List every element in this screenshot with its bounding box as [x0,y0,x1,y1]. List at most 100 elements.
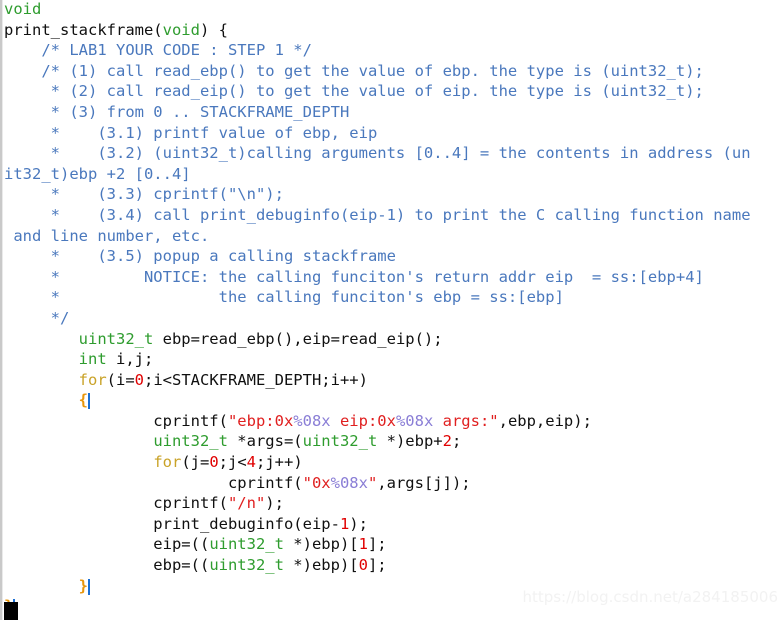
code-token: * the calling funciton's ebp = ss:[ebp] [4,288,564,307]
code-token: *)ebp+ [377,432,443,451]
code-line[interactable]: * (3.1) printf value of ebp, eip [4,123,784,144]
code-line[interactable]: and line number, etc. [4,226,784,247]
code-token: * (3.5) popup a calling stackframe [4,247,396,266]
code-line[interactable]: void [4,0,784,20]
code-token: it32_t)ebp +2 [0..4] [4,164,191,183]
code-token: * (3.3) cprintf("\n"); [4,185,284,204]
code-token: *)ebp)[ [283,556,359,575]
code-token: void [162,20,200,39]
code-line[interactable]: cprintf("0x%08x",args[j]); [4,473,784,494]
code-token: "ebp:0x [227,411,294,430]
code-token: 1 [339,514,350,533]
code-token: void [4,0,42,18]
code-token: uint32_t [209,535,284,554]
code-token: * (2) call read_eip() to get the value o… [4,82,704,101]
code-token: cprintf( [4,473,303,492]
code-token: * (3.1) printf value of ebp, eip [4,123,378,142]
code-token: print_debuginfo(eip- [4,514,340,533]
code-line[interactable]: for(i=0;i<STACKFRAME_DEPTH;i++) [4,370,784,391]
code-token: "0x [302,473,331,492]
code-token: ]; [367,556,387,575]
code-token: uint32_t [153,432,228,451]
code-token: %08x [330,473,368,492]
code-token: /* LAB1 YOUR CODE : STEP 1 */ [4,41,312,60]
code-token: (j= [181,453,210,472]
code-line[interactable]: * NOTICE: the calling funciton's return … [4,267,784,288]
code-line[interactable]: uint32_t *args=(uint32_t *)ebp+2; [4,431,784,452]
code-token: /* (1) call read_ebp() to get the value … [4,61,704,80]
code-token: *args=( [227,432,303,451]
code-line[interactable]: ebp=((uint32_t *)ebp)[0]; [4,555,784,576]
code-token: int [78,350,107,369]
code-token: ); [349,514,368,533]
code-line[interactable]: * (3) from 0 .. STACKFRAME_DEPTH [4,102,784,123]
code-token: ,args[j]); [377,473,471,492]
code-token: * (3.4) call print_debuginfo(eip-1) to p… [4,205,751,224]
code-token: *)ebp)[ [283,535,359,554]
code-line[interactable]: print_debuginfo(eip-1); [4,514,784,535]
code-token: uint32_t [209,556,284,575]
code-line[interactable]: print_stackframe(void) { [4,20,784,41]
code-token: for [78,370,107,389]
code-token: ebp=(( [4,556,210,575]
code-token: %08x [395,411,434,430]
code-token: ;j< [218,453,247,472]
code-token: and line number, etc. [4,226,210,245]
code-token: %08x [293,411,331,430]
code-token: ; [451,432,462,451]
code-token: cprintf( [4,494,228,513]
code-token: 0 [209,453,219,472]
code-token: uint32_t [302,432,378,451]
code-token: " [367,473,378,492]
code-token: 0 [358,556,368,575]
code-token: eip=(( [4,535,210,554]
code-token: { [78,391,88,410]
code-line[interactable]: /* LAB1 YOUR CODE : STEP 1 */ [4,40,784,61]
code-token: * (3.2) (uint32_t)calling arguments [0..… [4,144,751,163]
code-token: ;i<STACKFRAME_DEPTH;i++) [144,370,368,389]
code-line[interactable]: * the calling funciton's ebp = ss:[ebp] [4,287,784,308]
code-token: ]; [367,535,387,554]
code-line[interactable]: * (2) call read_eip() to get the value o… [4,81,784,102]
code-line[interactable]: cprintf("ebp:0x%08x eip:0x%08x args:",eb… [4,411,784,432]
code-editor-viewport[interactable]: void print_stackframe(void) { /* LAB1 YOU… [0,0,784,620]
code-line[interactable]: * (3.3) cprintf("\n"); [4,184,784,205]
source-code-body[interactable]: void print_stackframe(void) { /* LAB1 YOU… [4,0,784,617]
code-line[interactable]: * (3.2) (uint32_t)calling arguments [0..… [4,143,784,164]
code-token: for [153,453,182,472]
code-line[interactable]: for(j=0;j<4;j++) [4,452,784,473]
watermark-text: https://blog.csdn.net/a284185006 [522,588,778,606]
code-token: } [78,576,88,595]
code-line[interactable]: it32_t)ebp +2 [0..4] [4,164,784,185]
code-token: "/n" [227,494,266,513]
code-token: ) [199,20,219,39]
code-line[interactable]: int i,j; [4,349,784,370]
code-token: ebp=read_ebp(),eip=read_eip(); [153,329,443,348]
code-line[interactable]: * (3.4) call print_debuginfo(eip-1) to p… [4,205,784,226]
code-token: (i= [106,370,135,389]
code-line[interactable]: uint32_t ebp=read_ebp(),eip=read_eip(); [4,329,784,350]
code-line[interactable]: cprintf("/n"); [4,493,784,514]
code-token: { [218,20,228,39]
code-token: */ [4,308,70,327]
code-token: print_stackframe( [4,20,163,39]
code-token: 4 [246,453,256,472]
code-line[interactable]: eip=((uint32_t *)ebp)[1]; [4,534,784,555]
code-token: 1 [358,535,368,554]
code-line[interactable]: * (3.5) popup a calling stackframe [4,246,784,267]
code-token: i,j; [106,350,154,369]
code-line[interactable]: */ [4,308,784,329]
code-token: eip:0x [330,411,396,430]
code-token: cprintf( [4,411,228,430]
editor-gutter-rule-secondary [2,0,3,620]
code-token: * (3) from 0 .. STACKFRAME_DEPTH [4,102,350,121]
code-line[interactable]: { [4,390,784,411]
code-line[interactable]: /* (1) call read_ebp() to get the value … [4,61,784,82]
code-token: uint32_t [78,329,154,348]
